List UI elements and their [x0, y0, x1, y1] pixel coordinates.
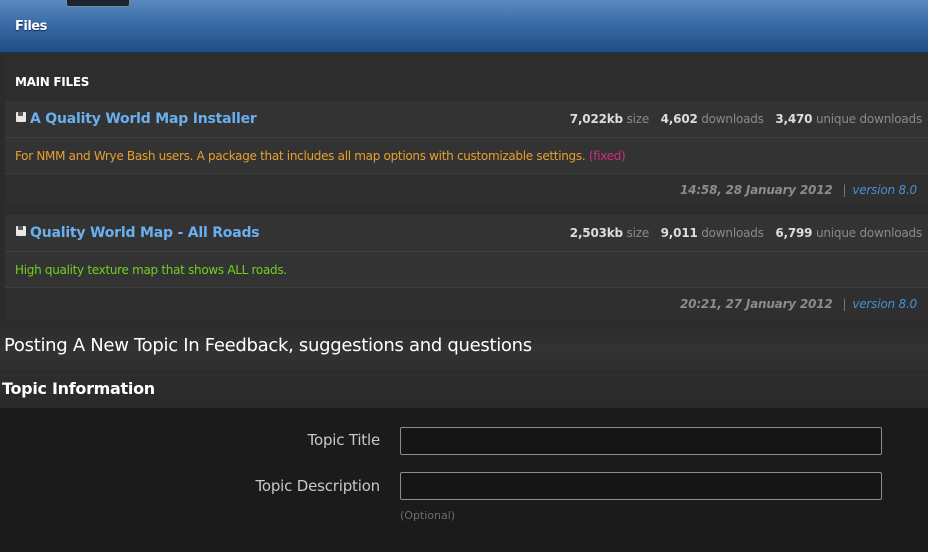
posting-header: Posting A New Topic In Feedback, suggest… — [0, 322, 928, 370]
file-stats: 2,503kb size 9,011 downloads 6,799 uniqu… — [570, 226, 922, 240]
file-footer: 14:58, 28 January 2012 | version 8.0 — [5, 174, 928, 205]
unique-downloads-label: unique downloads — [815, 226, 922, 240]
file-meta: 14:58, 28 January 2012 | version 8.0 — [680, 183, 917, 197]
meta-separator: | — [842, 183, 847, 197]
topic-title-label: Topic Title — [307, 431, 381, 449]
file-description-row: High quality texture map that shows ALL … — [5, 252, 928, 288]
file-size-label: size — [626, 226, 650, 240]
version-link[interactable]: version 8.0 — [852, 183, 917, 197]
topic-description-label: Topic Description — [255, 477, 380, 495]
file-date: 20:21, 27 January 2012 — [680, 297, 833, 311]
file-description-row: For NMM and Wrye Bash users. A package t… — [5, 138, 928, 174]
file-description: High quality texture map that shows ALL … — [15, 263, 287, 277]
file-footer: 20:21, 27 January 2012 | version 8.0 — [5, 288, 928, 319]
main-files-section: MAIN FILES A Quality World Map Installer… — [5, 53, 928, 320]
unique-downloads-label: unique downloads — [815, 112, 922, 126]
topic-description-input[interactable] — [400, 472, 882, 500]
file-entry-header: A Quality World Map Installer 7,022kb si… — [5, 101, 928, 138]
floppy-disk-icon — [16, 112, 26, 122]
file-name-link[interactable]: A Quality World Map Installer — [30, 111, 257, 127]
meta-separator: | — [842, 297, 847, 311]
unique-downloads-value: 6,799 — [775, 226, 813, 240]
file-description: For NMM and Wrye Bash users. A package t… — [15, 149, 626, 163]
main-files-title: MAIN FILES — [15, 75, 90, 89]
file-meta: 20:21, 27 January 2012 | version 8.0 — [680, 297, 917, 311]
file-description-tag: (fixed) — [588, 149, 626, 163]
topic-information-header: Topic Information — [0, 372, 928, 408]
file-entry: A Quality World Map Installer 7,022kb si… — [5, 101, 928, 205]
downloads-label: downloads — [701, 226, 764, 240]
files-header: Files — [0, 0, 928, 53]
downloads-value: 9,011 — [660, 226, 698, 240]
file-name-link[interactable]: Quality World Map - All Roads — [30, 225, 260, 241]
version-link[interactable]: version 8.0 — [852, 297, 917, 311]
posting-title: Posting A New Topic In Feedback, suggest… — [4, 335, 532, 356]
file-entry-header: Quality World Map - All Roads 2,503kb si… — [5, 215, 928, 252]
file-entry: Quality World Map - All Roads 2,503kb si… — [5, 215, 928, 319]
file-size-value: 2,503kb — [569, 226, 623, 240]
floppy-disk-icon — [16, 226, 26, 236]
file-description-text: High quality texture map that shows ALL … — [15, 263, 287, 277]
topic-title-input[interactable] — [400, 427, 882, 455]
file-stats: 7,022kb size 4,602 downloads 3,470 uniqu… — [570, 112, 922, 126]
file-size-label: size — [626, 112, 650, 126]
files-header-title: Files — [15, 19, 47, 34]
topic-information-title: Topic Information — [2, 379, 155, 398]
file-date: 14:58, 28 January 2012 — [680, 183, 833, 197]
unique-downloads-value: 3,470 — [775, 112, 813, 126]
downloads-value: 4,602 — [660, 112, 698, 126]
topic-form: Topic Title Topic Description (Optional) — [0, 408, 928, 552]
downloads-label: downloads — [701, 112, 764, 126]
file-description-text: For NMM and Wrye Bash users. A package t… — [15, 149, 586, 163]
file-size-value: 7,022kb — [569, 112, 623, 126]
top-tab-stub[interactable] — [66, 0, 130, 7]
optional-hint: (Optional) — [400, 509, 456, 522]
